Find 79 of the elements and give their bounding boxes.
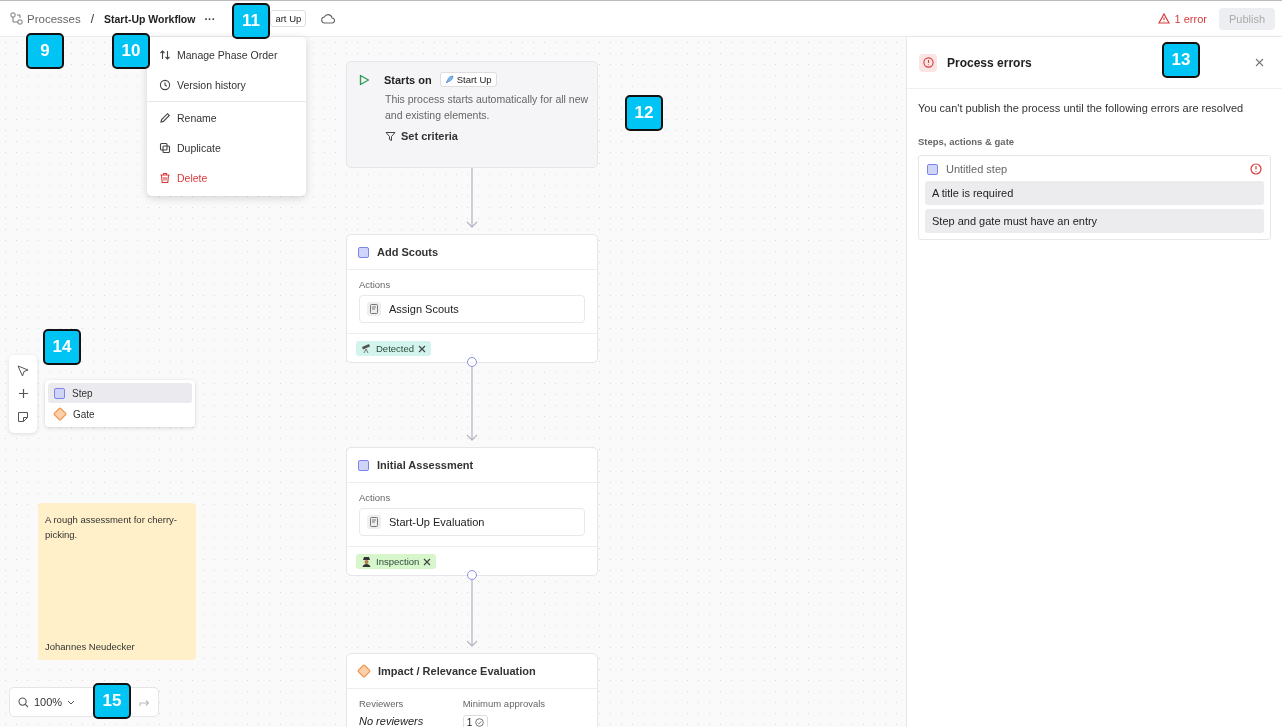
menu-item[interactable]: Duplicate (147, 133, 306, 163)
error-item: A title is required (925, 181, 1264, 205)
node-title: Add Scouts (377, 246, 439, 258)
zoom-dropdown[interactable]: 100% (18, 696, 76, 708)
close-icon[interactable] (1255, 58, 1264, 67)
step-icon (358, 459, 369, 471)
node-title: Impact / Relevance Evaluation (378, 665, 536, 677)
connector-arrow (466, 579, 478, 647)
node-title: Initial Assessment (377, 459, 474, 471)
actions-label: Actions (359, 492, 392, 503)
document-icon (367, 302, 381, 316)
menu-item[interactable]: Manage Phase Order (147, 40, 306, 70)
add-menu-item[interactable]: Step (48, 383, 192, 403)
menu-item[interactable]: Version history (147, 70, 306, 100)
error-step-link[interactable]: Untitled step (946, 163, 1242, 175)
pointer-tool-icon[interactable] (17, 364, 29, 377)
step-icon (927, 163, 938, 175)
approvals-field[interactable]: 1 (462, 715, 489, 727)
add-menu-item[interactable]: Gate (48, 404, 192, 424)
approvals-label: Minimum approvals (462, 698, 547, 709)
menu-item[interactable]: Rename (147, 103, 306, 133)
step-icon (358, 246, 369, 258)
more-button[interactable]: ··· (202, 12, 218, 25)
processes-icon (10, 12, 23, 25)
breadcrumb-separator: / (90, 11, 95, 26)
remove-icon[interactable] (418, 344, 427, 353)
copy-icon (159, 142, 171, 154)
callout-badge: 10 (112, 33, 150, 69)
add-tool-icon[interactable] (17, 388, 29, 400)
connection-port[interactable] (467, 357, 477, 367)
search-icon (18, 696, 29, 708)
panel-title: Process errors (947, 55, 1032, 70)
filter-icon (385, 130, 396, 142)
callout-badge: 15 (93, 683, 131, 719)
detective-icon (361, 556, 372, 567)
callout-badge: 11 (232, 3, 270, 39)
warning-icon (1157, 13, 1170, 24)
set-criteria-button[interactable]: Set criteria (385, 130, 458, 142)
note-author: Johannes Neudecker (45, 641, 136, 652)
clock-icon (159, 79, 171, 91)
callout-badge: 14 (43, 329, 81, 365)
connector-arrow (466, 167, 478, 228)
processes-link[interactable]: Processes (27, 12, 81, 25)
cloud-icon (321, 13, 336, 24)
error-icon (1250, 163, 1262, 175)
menu-item[interactable]: Delete (147, 163, 306, 193)
trigger-label: Starts on (384, 73, 432, 86)
actions-label: Actions (359, 279, 392, 290)
workflow-title: Start-Up Workflow (104, 12, 196, 25)
action-item[interactable]: Start-Up Evaluation (359, 508, 585, 536)
check-circle-icon (475, 718, 485, 727)
error-item: Step and gate must have an entry (925, 209, 1264, 233)
trash-icon (159, 172, 171, 184)
chevron-down-icon (67, 699, 76, 705)
remove-icon[interactable] (423, 557, 432, 566)
document-icon (367, 515, 381, 529)
play-icon (359, 73, 370, 86)
section-heading: Steps, actions & gate (918, 136, 1016, 147)
status-tag: Detected (356, 341, 432, 356)
telescope-icon (361, 343, 372, 354)
start-up-chip: Start Up (439, 72, 497, 87)
step-icon (54, 387, 65, 399)
action-item[interactable]: Assign Scouts (359, 295, 585, 323)
note-text: A rough assessment for cherry-picking. (45, 513, 178, 542)
sort-arrows-icon (159, 49, 171, 61)
trigger-description: This process starts automatically for all new and existing elements. (385, 92, 590, 123)
reviewers-label: Reviewers (359, 698, 405, 709)
error-icon (922, 57, 934, 68)
callout-badge: 12 (625, 95, 663, 131)
sticky-note[interactable]: A rough assessment for cherry-picking. Johannes Neudecker (38, 503, 196, 660)
error-message: You can't publish the process until the following errors are resolved (918, 102, 1245, 114)
connection-port[interactable] (467, 570, 477, 580)
reviewers-value: No reviewers (359, 715, 425, 727)
error-count-link[interactable]: 1 error (1174, 12, 1207, 25)
callout-badge: 13 (1162, 42, 1200, 78)
pencil-icon (159, 112, 171, 124)
callout-badge: 9 (26, 33, 64, 69)
status-tag: Inspection (356, 554, 437, 569)
sticky-note-tool-icon[interactable] (17, 411, 29, 424)
